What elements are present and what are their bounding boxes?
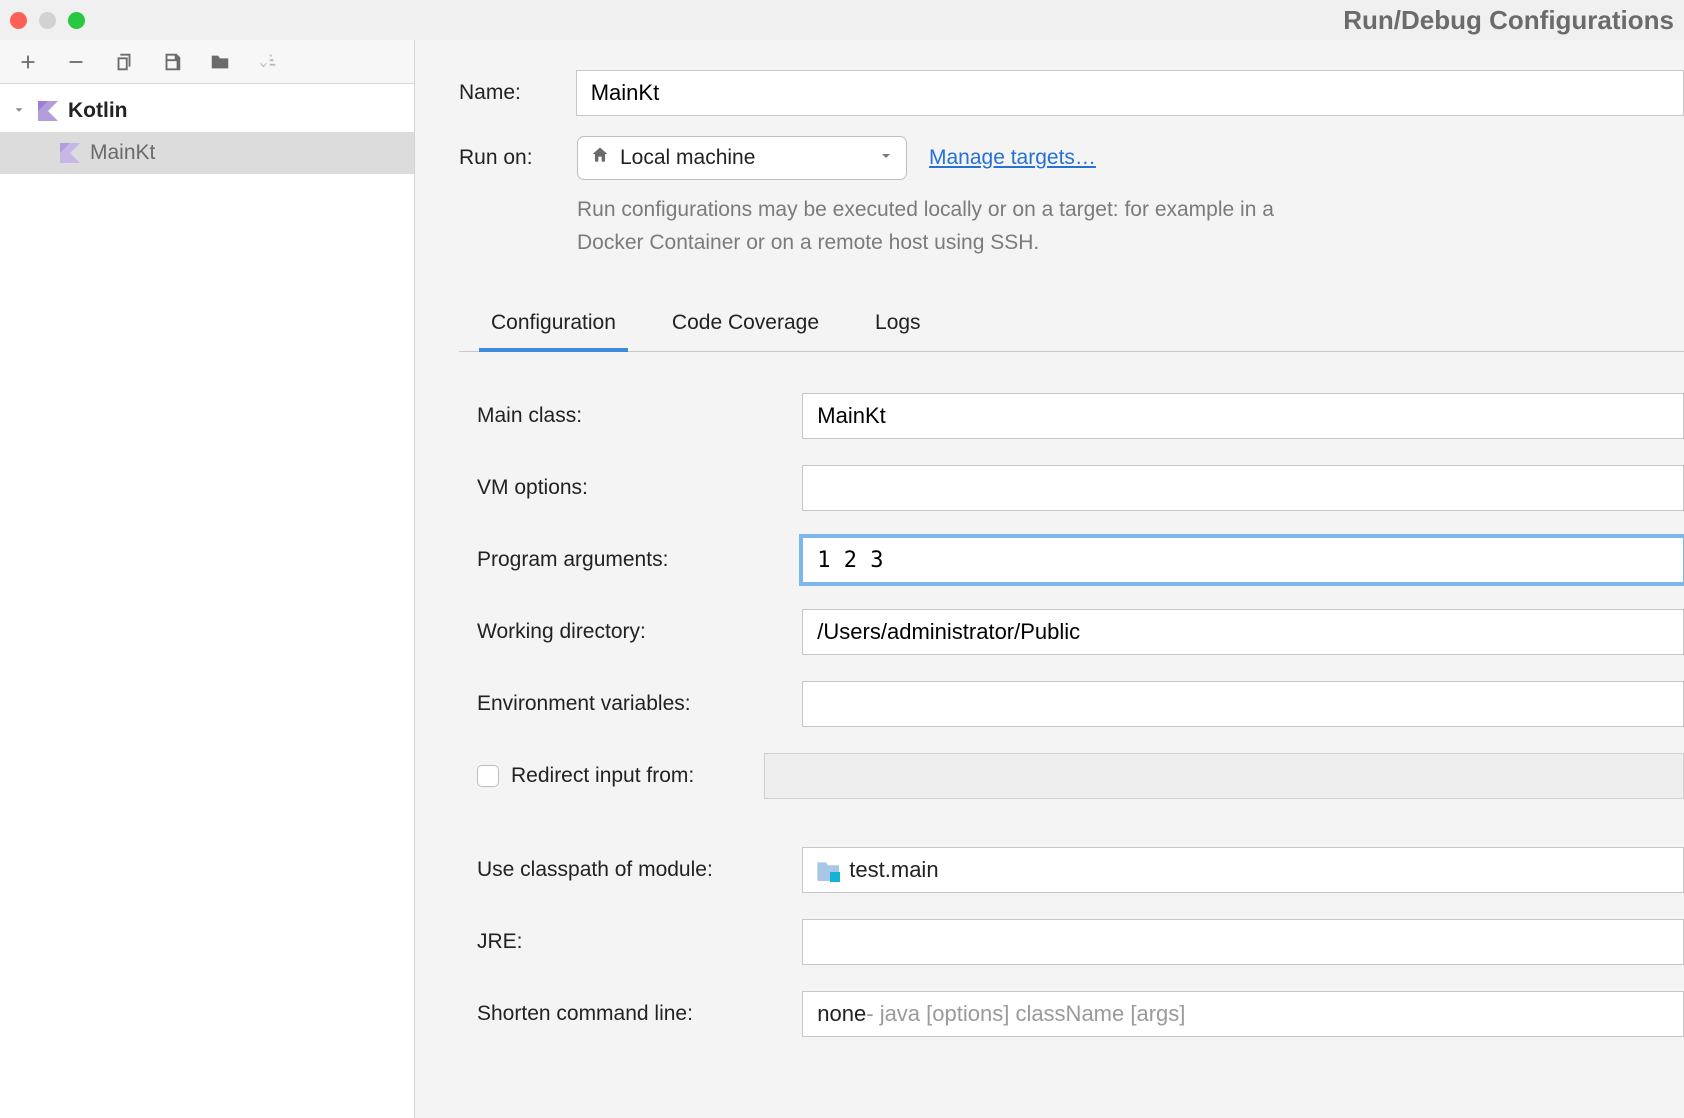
runon-label: Run on: [459,146,577,170]
name-input[interactable] [576,70,1684,116]
tab-configuration[interactable]: Configuration [487,299,620,351]
main-class-label: Main class: [477,404,802,428]
config-form: Main class: VM options: Program argument… [459,352,1684,1050]
tab-code-coverage[interactable]: Code Coverage [668,299,823,351]
shorten-select[interactable]: none - java [options] className [args] [802,991,1684,1037]
copy-config-button[interactable] [110,48,138,76]
redirect-checkbox[interactable] [477,765,499,787]
shorten-value: none [817,1001,866,1027]
kotlin-icon [36,99,60,123]
env-vars-label: Environment variables: [477,692,802,716]
working-dir-label: Working directory: [477,620,802,644]
tree-item-mainkt[interactable]: MainKt [0,132,414,174]
home-icon [590,145,610,171]
kotlin-icon [58,141,82,165]
program-args-label: Program arguments: [477,548,802,572]
working-dir-input[interactable] [802,609,1684,655]
sidebar-toolbar [0,40,414,84]
window-controls [10,12,85,29]
manage-targets-link[interactable]: Manage targets… [929,146,1096,170]
jre-label: JRE: [477,930,802,954]
tabs: Configuration Code Coverage Logs [459,299,1684,352]
vm-options-input[interactable] [802,465,1684,511]
folder-button[interactable] [206,48,234,76]
runon-hint: Run configurations may be executed local… [577,194,1297,259]
main-class-input[interactable] [802,393,1684,439]
main-panel: Name: Run on: Local machine Manage targe… [415,40,1684,1118]
minimize-window-button[interactable] [39,12,56,29]
tree-group-label: Kotlin [68,99,127,123]
runon-select[interactable]: Local machine [577,136,907,180]
env-vars-input[interactable] [802,681,1684,727]
tree-group-kotlin[interactable]: Kotlin [0,90,414,132]
save-config-button[interactable] [158,48,186,76]
shorten-label: Shorten command line: [477,1002,802,1026]
classpath-value: test.main [849,857,938,883]
classpath-select[interactable]: test.main [802,847,1684,893]
maximize-window-button[interactable] [68,12,85,29]
classpath-label: Use classpath of module: [477,858,802,882]
add-config-button[interactable] [14,48,42,76]
tab-logs[interactable]: Logs [871,299,925,351]
tree-item-label: MainKt [90,141,155,165]
titlebar: Run/Debug Configurations [0,0,1684,40]
module-icon [817,859,839,881]
program-args-input[interactable] [802,537,1684,583]
redirect-label: Redirect input from: [511,764,694,788]
close-window-button[interactable] [10,12,27,29]
redirect-input [764,753,1684,799]
chevron-down-icon [10,99,28,123]
shorten-suffix: - java [options] className [args] [866,1001,1185,1027]
sort-button[interactable] [254,48,282,76]
chevron-down-icon [878,146,894,170]
window-title: Run/Debug Configurations [1343,5,1674,36]
config-tree: Kotlin MainKt [0,84,414,1118]
vm-options-label: VM options: [477,476,802,500]
runon-value: Local machine [620,146,755,170]
name-label: Name: [459,81,576,105]
sidebar: Kotlin MainKt [0,40,415,1118]
jre-input[interactable] [802,919,1684,965]
remove-config-button[interactable] [62,48,90,76]
